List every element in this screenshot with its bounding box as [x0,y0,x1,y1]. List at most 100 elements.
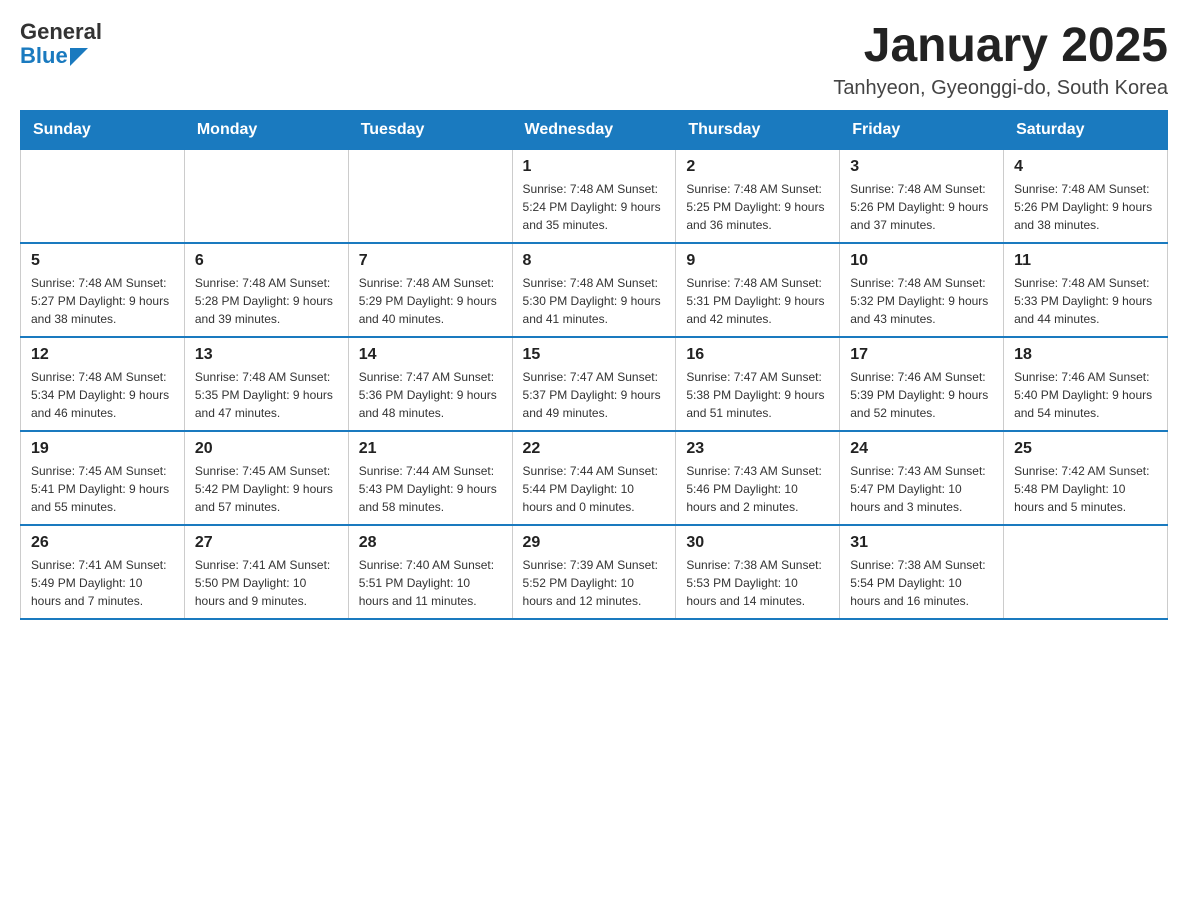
day-number: 6 [195,252,338,270]
day-info: Sunrise: 7:48 AM Sunset: 5:26 PM Dayligh… [850,180,993,234]
calendar-header: SundayMondayTuesdayWednesdayThursdayFrid… [21,110,1168,149]
day-info: Sunrise: 7:45 AM Sunset: 5:42 PM Dayligh… [195,462,338,516]
calendar-cell [184,149,348,243]
calendar-table: SundayMondayTuesdayWednesdayThursdayFrid… [20,110,1168,620]
day-info: Sunrise: 7:48 AM Sunset: 5:26 PM Dayligh… [1014,180,1157,234]
header-thursday: Thursday [676,110,840,149]
day-number: 29 [523,534,666,552]
day-number: 3 [850,158,993,176]
day-number: 1 [523,158,666,176]
calendar-cell: 21 Sunrise: 7:44 AM Sunset: 5:43 PM Dayli… [348,431,512,525]
week-row-2: 12 Sunrise: 7:48 AM Sunset: 5:34 PM Dayli… [21,337,1168,431]
header-monday: Monday [184,110,348,149]
day-info: Sunrise: 7:38 AM Sunset: 5:53 PM Dayligh… [686,556,829,610]
day-info: Sunrise: 7:43 AM Sunset: 5:47 PM Dayligh… [850,462,993,516]
calendar-cell: 18Sunrise: 7:46 AM Sunset: 5:40 PM Dayli… [1004,337,1168,431]
day-number: 19 [31,440,174,458]
day-number: 4 [1014,158,1157,176]
calendar-cell [348,149,512,243]
calendar-cell: 23 Sunrise: 7:43 AM Sunset: 5:46 PM Dayli… [676,431,840,525]
page-header: General Blue January 2025 Tanhyeon, Gyeo… [20,20,1168,100]
logo-general-text: General [20,20,102,44]
calendar-cell: 11 Sunrise: 7:48 AM Sunset: 5:33 PM Dayli… [1004,243,1168,337]
calendar-cell: 4 Sunrise: 7:48 AM Sunset: 5:26 PM Daylig… [1004,149,1168,243]
header-friday: Friday [840,110,1004,149]
header-saturday: Saturday [1004,110,1168,149]
calendar-cell: 12 Sunrise: 7:48 AM Sunset: 5:34 PM Dayli… [21,337,185,431]
calendar-cell: 6 Sunrise: 7:48 AM Sunset: 5:28 PM Daylig… [184,243,348,337]
day-number: 9 [686,252,829,270]
day-number: 14 [359,346,502,364]
day-number: 27 [195,534,338,552]
week-row-4: 26 Sunrise: 7:41 AM Sunset: 5:49 PM Dayli… [21,525,1168,619]
calendar-cell: 10 Sunrise: 7:48 AM Sunset: 5:32 PM Dayli… [840,243,1004,337]
day-number: 18 [1014,346,1157,364]
day-info: Sunrise: 7:48 AM Sunset: 5:31 PM Dayligh… [686,274,829,328]
day-number: 24 [850,440,993,458]
month-title: January 2025 [833,20,1168,73]
day-number: 10 [850,252,993,270]
calendar-cell: 16Sunrise: 7:47 AM Sunset: 5:38 PM Dayli… [676,337,840,431]
logo-triangle-icon [70,48,88,66]
day-number: 13 [195,346,338,364]
day-number: 23 [686,440,829,458]
header-row: SundayMondayTuesdayWednesdayThursdayFrid… [21,110,1168,149]
day-info: Sunrise: 7:47 AM Sunset: 5:36 PM Dayligh… [359,368,502,422]
day-number: 15 [523,346,666,364]
day-info: Sunrise: 7:48 AM Sunset: 5:34 PM Dayligh… [31,368,174,422]
day-info: Sunrise: 7:41 AM Sunset: 5:49 PM Dayligh… [31,556,174,610]
day-info: Sunrise: 7:48 AM Sunset: 5:28 PM Dayligh… [195,274,338,328]
day-number: 28 [359,534,502,552]
day-info: Sunrise: 7:43 AM Sunset: 5:46 PM Dayligh… [686,462,829,516]
calendar-cell: 27Sunrise: 7:41 AM Sunset: 5:50 PM Dayli… [184,525,348,619]
calendar-cell: 15Sunrise: 7:47 AM Sunset: 5:37 PM Dayli… [512,337,676,431]
calendar-cell: 26 Sunrise: 7:41 AM Sunset: 5:49 PM Dayli… [21,525,185,619]
day-number: 26 [31,534,174,552]
calendar-cell: 17 Sunrise: 7:46 AM Sunset: 5:39 PM Dayli… [840,337,1004,431]
header-wednesday: Wednesday [512,110,676,149]
calendar-cell: 7 Sunrise: 7:48 AM Sunset: 5:29 PM Daylig… [348,243,512,337]
calendar-cell: 30 Sunrise: 7:38 AM Sunset: 5:53 PM Dayli… [676,525,840,619]
day-number: 5 [31,252,174,270]
calendar-cell: 8 Sunrise: 7:48 AM Sunset: 5:30 PM Daylig… [512,243,676,337]
day-info: Sunrise: 7:48 AM Sunset: 5:30 PM Dayligh… [523,274,666,328]
day-number: 11 [1014,252,1157,270]
logo-blue-text: Blue [20,44,68,68]
calendar-cell: 9 Sunrise: 7:48 AM Sunset: 5:31 PM Daylig… [676,243,840,337]
calendar-cell: 25 Sunrise: 7:42 AM Sunset: 5:48 PM Dayli… [1004,431,1168,525]
calendar-cell: 1Sunrise: 7:48 AM Sunset: 5:24 PM Daylig… [512,149,676,243]
calendar-cell: 31Sunrise: 7:38 AM Sunset: 5:54 PM Dayli… [840,525,1004,619]
day-info: Sunrise: 7:48 AM Sunset: 5:25 PM Dayligh… [686,180,829,234]
day-number: 8 [523,252,666,270]
day-number: 16 [686,346,829,364]
day-number: 17 [850,346,993,364]
day-info: Sunrise: 7:48 AM Sunset: 5:33 PM Dayligh… [1014,274,1157,328]
day-info: Sunrise: 7:48 AM Sunset: 5:27 PM Dayligh… [31,274,174,328]
day-number: 2 [686,158,829,176]
day-info: Sunrise: 7:48 AM Sunset: 5:29 PM Dayligh… [359,274,502,328]
calendar-cell: 5 Sunrise: 7:48 AM Sunset: 5:27 PM Daylig… [21,243,185,337]
day-info: Sunrise: 7:45 AM Sunset: 5:41 PM Dayligh… [31,462,174,516]
day-number: 30 [686,534,829,552]
calendar-cell: 14 Sunrise: 7:47 AM Sunset: 5:36 PM Dayli… [348,337,512,431]
calendar-cell: 20 Sunrise: 7:45 AM Sunset: 5:42 PM Dayli… [184,431,348,525]
day-number: 7 [359,252,502,270]
calendar-cell: 19 Sunrise: 7:45 AM Sunset: 5:41 PM Dayli… [21,431,185,525]
week-row-3: 19 Sunrise: 7:45 AM Sunset: 5:41 PM Dayli… [21,431,1168,525]
day-info: Sunrise: 7:44 AM Sunset: 5:43 PM Dayligh… [359,462,502,516]
day-number: 25 [1014,440,1157,458]
day-info: Sunrise: 7:42 AM Sunset: 5:48 PM Dayligh… [1014,462,1157,516]
calendar-cell [21,149,185,243]
day-info: Sunrise: 7:48 AM Sunset: 5:32 PM Dayligh… [850,274,993,328]
day-number: 21 [359,440,502,458]
day-number: 20 [195,440,338,458]
calendar-cell: 24 Sunrise: 7:43 AM Sunset: 5:47 PM Dayli… [840,431,1004,525]
day-info: Sunrise: 7:46 AM Sunset: 5:39 PM Dayligh… [850,368,993,422]
calendar-cell: 13Sunrise: 7:48 AM Sunset: 5:35 PM Dayli… [184,337,348,431]
location-title: Tanhyeon, Gyeonggi-do, South Korea [833,77,1168,100]
day-number: 12 [31,346,174,364]
calendar-cell: 2 Sunrise: 7:48 AM Sunset: 5:25 PM Daylig… [676,149,840,243]
day-info: Sunrise: 7:40 AM Sunset: 5:51 PM Dayligh… [359,556,502,610]
week-row-1: 5 Sunrise: 7:48 AM Sunset: 5:27 PM Daylig… [21,243,1168,337]
calendar-body: 1Sunrise: 7:48 AM Sunset: 5:24 PM Daylig… [21,149,1168,619]
